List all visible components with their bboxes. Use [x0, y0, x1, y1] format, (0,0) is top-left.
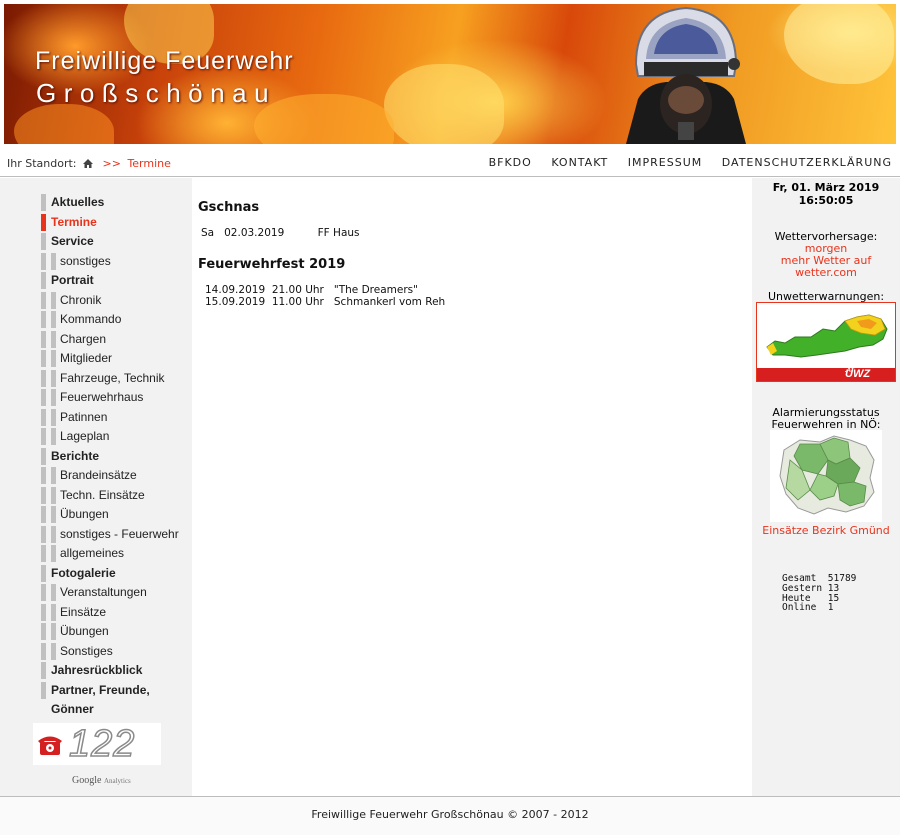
alarm-district-link[interactable]: Einsätze Bezirk Gmünd — [752, 524, 900, 537]
sidebar-item-jahresrückblick[interactable]: Jahresrückblick — [41, 661, 191, 681]
footer-copyright: Freiwillige Feuerwehr Großschönau © 2007… — [311, 808, 589, 821]
emergency-number-banner: 122 — [33, 722, 161, 766]
nav-link-impressum[interactable]: IMPRESSUM — [628, 156, 702, 169]
sidebar-item-berichte[interactable]: Berichte — [41, 447, 191, 467]
sidebar-item-chargen[interactable]: Chargen — [41, 330, 191, 350]
stat-value: 1 — [827, 602, 834, 614]
event-title: Schmankerl vom Reh — [333, 296, 446, 308]
event-place: FF Haus — [317, 227, 360, 239]
sidebar-item-übungen[interactable]: Übungen — [41, 622, 191, 642]
sidebar-item-allgemeines[interactable]: allgemeines — [41, 544, 191, 564]
sidebar-item-service[interactable]: Service — [41, 232, 191, 252]
sidebar-item-portrait[interactable]: Portrait — [41, 271, 191, 291]
event-time: 11.00 Uhr — [271, 296, 324, 308]
sidebar-item-sonstiges-feuerwehr[interactable]: sonstiges - Feuerwehr — [41, 525, 191, 545]
google-analytics-logo: Google Analytics — [72, 775, 131, 786]
event-date: 14.09.2019 — [205, 284, 266, 296]
flame-shape — [384, 64, 504, 144]
banner-title-line2: Großschönau — [36, 78, 277, 108]
sidebar-item-mitglieder[interactable]: Mitglieder — [41, 349, 191, 369]
event-day: Sa — [201, 227, 215, 239]
event-date: 02.03.2019 — [224, 227, 285, 239]
sidebar-item-einsätze[interactable]: Einsätze — [41, 603, 191, 623]
nav-link-datenschutz[interactable]: DATENSCHUTZERKLÄRUNG — [722, 156, 892, 169]
event-group-title: Gschnas — [198, 200, 260, 215]
sidebar-item-lageplan[interactable]: Lageplan — [41, 427, 191, 447]
flame-shape — [14, 104, 114, 144]
top-nav-links: BFKDO KONTAKT IMPRESSUM DATENSCHUTZERKLÄ… — [474, 156, 892, 169]
sidebar-menu: Aktuelles Termine Service sonstiges Portrait… — [41, 193, 191, 716]
telephone-icon — [38, 736, 62, 755]
sidebar-item-termine[interactable]: Termine — [41, 213, 191, 233]
sidebar-item-partner-freunde-gönner[interactable]: Partner, Freunde, Gönner — [41, 681, 191, 716]
event-date: 15.09.2019 — [205, 296, 266, 308]
sidebar-item-feuerwehrhaus[interactable]: Feuerwehrhaus — [41, 388, 191, 408]
event-row: 15.09.2019 11.00 Uhr Schmankerl vom Reh — [205, 296, 445, 308]
sidebar-item-techn-einsätze[interactable]: Techn. Einsätze — [41, 486, 191, 506]
event-group-title: Feuerwehrfest 2019 — [198, 257, 346, 272]
analytics-brand: Google — [72, 775, 102, 786]
breadcrumb-current[interactable]: Termine — [127, 157, 170, 170]
sidebar-item-chronik[interactable]: Chronik — [41, 291, 191, 311]
flame-shape — [784, 4, 894, 84]
main-content: Gschnas Sa 02.03.2019 FF Haus Feuerwehrf… — [192, 178, 752, 796]
breadcrumb: Ihr Standort: >> Termine — [7, 157, 171, 172]
event-title: "The Dreamers" — [333, 284, 418, 296]
page-footer: Freiwillige Feuerwehr Großschönau © 2007… — [0, 796, 900, 835]
top-navigation-bar: Ihr Standort: >> Termine BFKDO KONTAKT I… — [0, 144, 900, 177]
weather-site-link[interactable]: wetter.com — [752, 266, 900, 279]
sidebar-item-patinnen[interactable]: Patinnen — [41, 408, 191, 428]
home-icon[interactable] — [82, 158, 94, 172]
austria-map-icon — [766, 314, 888, 358]
current-time: 16:50:05 — [798, 194, 854, 207]
uwz-logo-suffix: .AT — [845, 368, 855, 374]
lower-austria-map-icon — [779, 435, 875, 515]
sidebar-item-übungen[interactable]: Übungen — [41, 505, 191, 525]
uwz-logo-bar: UWZ .AT — [757, 368, 895, 381]
nav-link-bfkdo[interactable]: BFKDO — [489, 156, 532, 169]
breadcrumb-separator: >> — [102, 157, 121, 170]
sidebar-item-aktuelles[interactable]: Aktuelles — [41, 193, 191, 213]
firefighter-helmet-image — [616, 4, 756, 144]
sidebar-item-kommando[interactable]: Kommando — [41, 310, 191, 330]
visitor-counter: Gesamt 51789 Gestern 13 Heute 15 Online … — [782, 574, 856, 613]
right-sidebar: Fr, 01. März 2019 16:50:05 Wettervorhers… — [752, 178, 900, 796]
uwz-warning-map[interactable]: UWZ .AT — [756, 302, 896, 382]
event-row: 14.09.2019 21.00 Uhr "The Dreamers" — [205, 284, 418, 296]
sidebar-item-brandeinsätze[interactable]: Brandeinsätze — [41, 466, 191, 486]
emergency-number: 122 — [68, 722, 136, 766]
banner-title-line1: Freiwillige Feuerwehr — [35, 47, 294, 75]
alarm-status-map[interactable] — [770, 430, 882, 522]
event-row: Sa 02.03.2019 FF Haus — [201, 227, 360, 239]
event-time: 21.00 Uhr — [271, 284, 324, 296]
sidebar-item-fotogalerie[interactable]: Fotogalerie — [41, 564, 191, 584]
current-date: Fr, 01. März 2019 — [772, 181, 880, 194]
breadcrumb-label: Ihr Standort: — [7, 157, 77, 170]
stat-label: Online — [782, 602, 817, 614]
sidebar-item-fahrzeuge-technik[interactable]: Fahrzeuge, Technik — [41, 369, 191, 389]
analytics-word: Analytics — [103, 777, 131, 785]
sidebar-item-sonstiges[interactable]: sonstiges — [41, 252, 191, 272]
left-sidebar: Aktuelles Termine Service sonstiges Portrait… — [0, 178, 192, 796]
sidebar-item-sonstiges[interactable]: Sonstiges — [41, 642, 191, 662]
sidebar-item-veranstaltungen[interactable]: Veranstaltungen — [41, 583, 191, 603]
nav-link-kontakt[interactable]: KONTAKT — [551, 156, 608, 169]
header-banner: Freiwillige Feuerwehr Großschönau — [4, 4, 896, 144]
